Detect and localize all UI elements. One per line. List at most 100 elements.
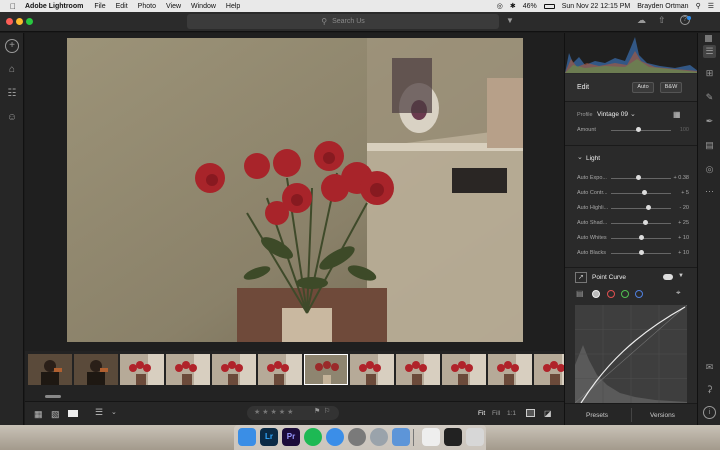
zoom-fit-button[interactable]: Fit [478,410,485,417]
filmstrip-thumbnail[interactable] [442,354,486,385]
slider-value[interactable]: + 10 [678,235,689,241]
home-icon[interactable]: ⌂ [5,63,19,77]
square-grid-icon[interactable]: ▧ [51,409,60,420]
light-slider-row[interactable]: Auto Expo... + 0.38 [577,173,689,183]
wifi-icon[interactable]: ◎ [497,2,503,10]
sort-chevron-icon[interactable]: ⌄ [111,408,117,416]
menu-help[interactable]: Help [226,3,240,10]
filmstrip-thumbnail[interactable] [350,354,394,385]
filmstrip-scrollbar[interactable] [45,395,61,398]
info-icon[interactable]: i [703,406,716,419]
slider-value[interactable]: + 10 [678,250,689,256]
light-chevron-icon[interactable]: ⌄ [577,153,583,161]
reject-flag-icon[interactable]: ⚐ [324,407,330,415]
curve-dropdown-icon[interactable]: ▼ [678,273,684,279]
people-icon[interactable]: ☺ [5,111,19,125]
zoom-window-button[interactable] [26,18,33,25]
keywords-icon[interactable]: ⚳ [703,383,716,396]
launchpad-dock-icon[interactable] [370,428,388,446]
slider-value[interactable]: + 25 [678,220,689,226]
light-slider-row[interactable]: Auto Highli... - 20 [577,203,689,213]
light-slider-row[interactable]: Auto Blacks + 10 [577,248,689,258]
slider-track[interactable] [611,208,671,209]
filmstrip-thumbnail[interactable] [166,354,210,385]
slider-knob[interactable] [635,175,641,180]
profile-select[interactable]: Vintage 09 [597,111,628,118]
finder-dock-icon[interactable] [238,428,256,446]
light-slider-row[interactable]: Auto Shad... + 25 [577,218,689,228]
activity-dock-icon[interactable] [444,428,462,446]
app-name-menu[interactable]: Adobe Lightroom [25,3,83,10]
notes-dock-icon[interactable] [422,428,440,446]
trash-dock-icon[interactable] [466,428,484,446]
compare-icon[interactable] [526,409,535,417]
slider-track[interactable] [611,193,671,194]
bluetooth-icon[interactable]: ✱ [510,2,516,10]
zoom-fill-button[interactable]: Fill [492,410,500,417]
detail-view-icon[interactable] [68,410,78,417]
system-prefs-dock-icon[interactable] [348,428,366,446]
auto-button[interactable]: Auto [632,82,654,93]
point-curve-title[interactable]: Point Curve [592,274,626,281]
menu-edit[interactable]: Edit [116,3,128,10]
flag-icon[interactable]: ⚑ [314,407,320,415]
slider-knob[interactable] [638,235,644,240]
crop-icon[interactable]: ⊞ [703,67,716,80]
user-name[interactable]: Brayden Ortman [637,3,688,10]
main-photo[interactable] [67,38,523,342]
battery-percent[interactable]: 46% [523,3,537,10]
blue-channel-button[interactable] [635,290,643,298]
profile-chevron-icon[interactable]: ⌄ [630,110,636,118]
search-input[interactable]: ⚲ Search Us [187,14,499,29]
bw-button[interactable]: B&W [660,82,682,93]
filmstrip-thumbnail[interactable] [120,354,164,385]
menu-view[interactable]: View [166,3,181,10]
light-slider-row[interactable]: Auto Whites + 10 [577,233,689,243]
panel-collapse-icon[interactable] [705,35,712,42]
brush-icon[interactable]: ✒ [703,115,716,128]
sort-icon[interactable]: ☰ [95,407,103,418]
amount-track[interactable] [611,130,671,131]
filter-icon[interactable]: ▼ [506,16,514,25]
menu-window[interactable]: Window [191,3,216,10]
add-photos-icon[interactable]: + [5,39,19,53]
slider-track[interactable] [611,178,671,179]
spotlight-icon[interactable]: ⚲ [696,2,701,10]
filmstrip-thumbnail[interactable] [304,354,348,385]
star-rating[interactable]: ★★★★★ [254,408,295,416]
light-slider-row[interactable]: Auto Contr... + 5 [577,188,689,198]
versions-tab[interactable]: Versions [650,412,675,419]
slider-value[interactable]: - 20 [680,205,689,211]
slider-value[interactable]: + 0.38 [674,175,689,181]
presets-tab[interactable]: Presets [586,412,608,419]
datetime[interactable]: Sun Nov 22 12:15 PM [562,3,631,10]
filmstrip-thumbnail[interactable] [28,354,72,385]
green-channel-button[interactable] [621,290,629,298]
linear-gradient-icon[interactable]: ▤ [703,139,716,152]
amount-slider[interactable]: Amount 100 [577,125,689,135]
comments-icon[interactable]: ✉ [703,361,716,374]
slider-value[interactable]: + 5 [681,190,689,196]
radial-gradient-icon[interactable]: ◎ [703,163,716,176]
spotify-dock-icon[interactable] [304,428,322,446]
control-center-icon[interactable]: ☰ [708,2,714,10]
minimize-window-button[interactable] [16,18,23,25]
parametric-curve-icon[interactable]: ▤ [576,289,584,298]
apple-icon[interactable]:  [10,2,16,11]
slider-knob[interactable] [641,190,647,195]
menu-photo[interactable]: Photo [138,3,156,10]
before-after-icon[interactable]: ◪ [544,409,552,418]
menu-file[interactable]: File [94,3,105,10]
preview-dock-icon[interactable] [392,428,410,446]
filmstrip-thumbnail[interactable] [74,354,118,385]
slider-knob[interactable] [645,205,651,210]
grid-view-icon[interactable]: ▦ [34,409,43,420]
filmstrip-thumbnail[interactable] [396,354,440,385]
slider-knob[interactable] [643,220,649,225]
share-icon[interactable]: ⇧ [658,15,666,26]
amount-knob[interactable] [636,127,641,132]
cloud-sync-icon[interactable]: ☁ [637,15,646,26]
healing-brush-icon[interactable]: ✎ [703,91,716,104]
slider-knob[interactable] [638,250,644,255]
close-window-button[interactable] [6,18,13,25]
